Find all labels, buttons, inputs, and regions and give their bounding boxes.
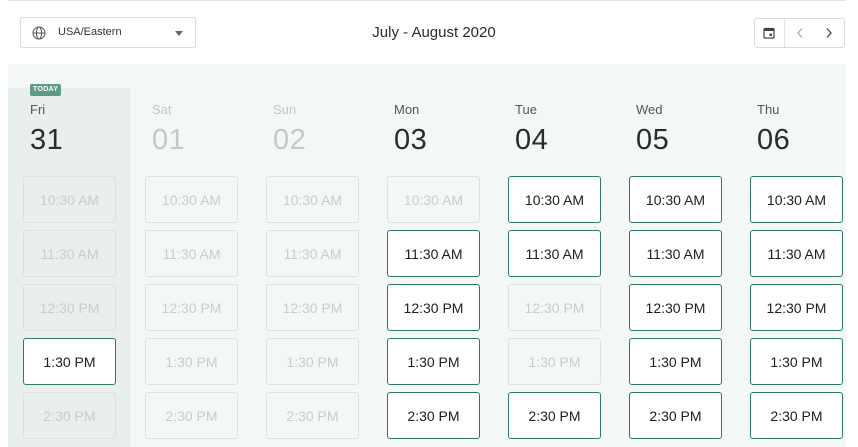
calendar-icon bbox=[763, 27, 775, 39]
chevron-right-icon bbox=[826, 28, 833, 38]
day-name: Thu bbox=[757, 102, 780, 117]
time-slot-button: 10:30 AM bbox=[145, 176, 238, 223]
next-button[interactable] bbox=[814, 19, 844, 47]
day-header: Tue 04 bbox=[515, 102, 548, 157]
time-slot-button: 2:30 PM bbox=[23, 392, 116, 439]
time-slot-button: 11:30 AM bbox=[266, 230, 359, 277]
time-slot-button: 12:30 PM bbox=[23, 284, 116, 331]
scheduler-header: USA/Eastern July - August 2020 bbox=[0, 0, 858, 64]
chevron-left-icon bbox=[796, 28, 802, 38]
date-range-title: July - August 2020 bbox=[372, 24, 496, 41]
time-slot-button: 1:30 PM bbox=[145, 338, 238, 385]
day-name: Tue bbox=[515, 102, 537, 117]
time-slot-button: 1:30 PM bbox=[508, 338, 601, 385]
time-slot-button[interactable]: 12:30 PM bbox=[387, 284, 480, 331]
time-slot-button: 10:30 AM bbox=[266, 176, 359, 223]
day-number: 05 bbox=[636, 124, 670, 156]
time-slot-button[interactable]: 2:30 PM bbox=[508, 392, 601, 439]
time-slot-button[interactable]: 10:30 AM bbox=[750, 176, 843, 223]
time-slot-button: 12:30 PM bbox=[266, 284, 359, 331]
time-slot-button: 11:30 AM bbox=[23, 230, 116, 277]
time-slot-button[interactable]: 1:30 PM bbox=[629, 338, 722, 385]
day-name: Fri bbox=[30, 102, 46, 117]
time-slot-button: 2:30 PM bbox=[145, 392, 238, 439]
time-slot-button[interactable]: 10:30 AM bbox=[508, 176, 601, 223]
day-number: 06 bbox=[757, 124, 791, 156]
day-name: Wed bbox=[636, 102, 663, 117]
day-number: 31 bbox=[30, 124, 64, 156]
day-name: Mon bbox=[394, 102, 420, 117]
time-slot-button: 11:30 AM bbox=[145, 230, 238, 277]
time-slot-button: 10:30 AM bbox=[387, 176, 480, 223]
time-slot-button[interactable]: 10:30 AM bbox=[629, 176, 722, 223]
time-slot-button: 12:30 PM bbox=[508, 284, 601, 331]
day-number: 01 bbox=[152, 124, 186, 156]
time-slot-button: 1:30 PM bbox=[266, 338, 359, 385]
time-slot-button[interactable]: 11:30 AM bbox=[629, 230, 722, 277]
time-slot-button[interactable]: 2:30 PM bbox=[750, 392, 843, 439]
previous-button[interactable] bbox=[785, 19, 815, 47]
calendar-button[interactable] bbox=[755, 19, 785, 47]
day-header: Thu 06 bbox=[757, 102, 790, 157]
day-header: Sat 01 bbox=[152, 102, 185, 157]
time-slot-button: 2:30 PM bbox=[266, 392, 359, 439]
day-header: Fri 31 bbox=[30, 102, 63, 157]
date-navigation bbox=[754, 18, 845, 48]
time-slot-button[interactable]: 12:30 PM bbox=[629, 284, 722, 331]
time-slot-button[interactable]: 11:30 AM bbox=[750, 230, 843, 277]
day-header: Sun 02 bbox=[273, 102, 306, 157]
time-slot-button[interactable]: 11:30 AM bbox=[387, 230, 480, 277]
day-number: 04 bbox=[515, 124, 549, 156]
day-name: Sun bbox=[273, 102, 297, 117]
time-slot-button[interactable]: 12:30 PM bbox=[750, 284, 843, 331]
time-slot-button[interactable]: 1:30 PM bbox=[750, 338, 843, 385]
time-slot-button[interactable]: 2:30 PM bbox=[629, 392, 722, 439]
time-slot-button[interactable]: 11:30 AM bbox=[508, 230, 601, 277]
day-number: 02 bbox=[273, 124, 307, 156]
time-slot-button[interactable]: 1:30 PM bbox=[23, 338, 116, 385]
day-name: Sat bbox=[152, 102, 172, 117]
time-slot-button: 12:30 PM bbox=[145, 284, 238, 331]
time-slot-button[interactable]: 2:30 PM bbox=[387, 392, 480, 439]
day-header: Wed 05 bbox=[636, 102, 669, 157]
time-slot-button[interactable]: 1:30 PM bbox=[387, 338, 480, 385]
time-slot-button: 10:30 AM bbox=[23, 176, 116, 223]
day-number: 03 bbox=[394, 124, 428, 156]
today-badge: TODAY bbox=[30, 84, 62, 96]
day-header: Mon 03 bbox=[394, 102, 427, 157]
